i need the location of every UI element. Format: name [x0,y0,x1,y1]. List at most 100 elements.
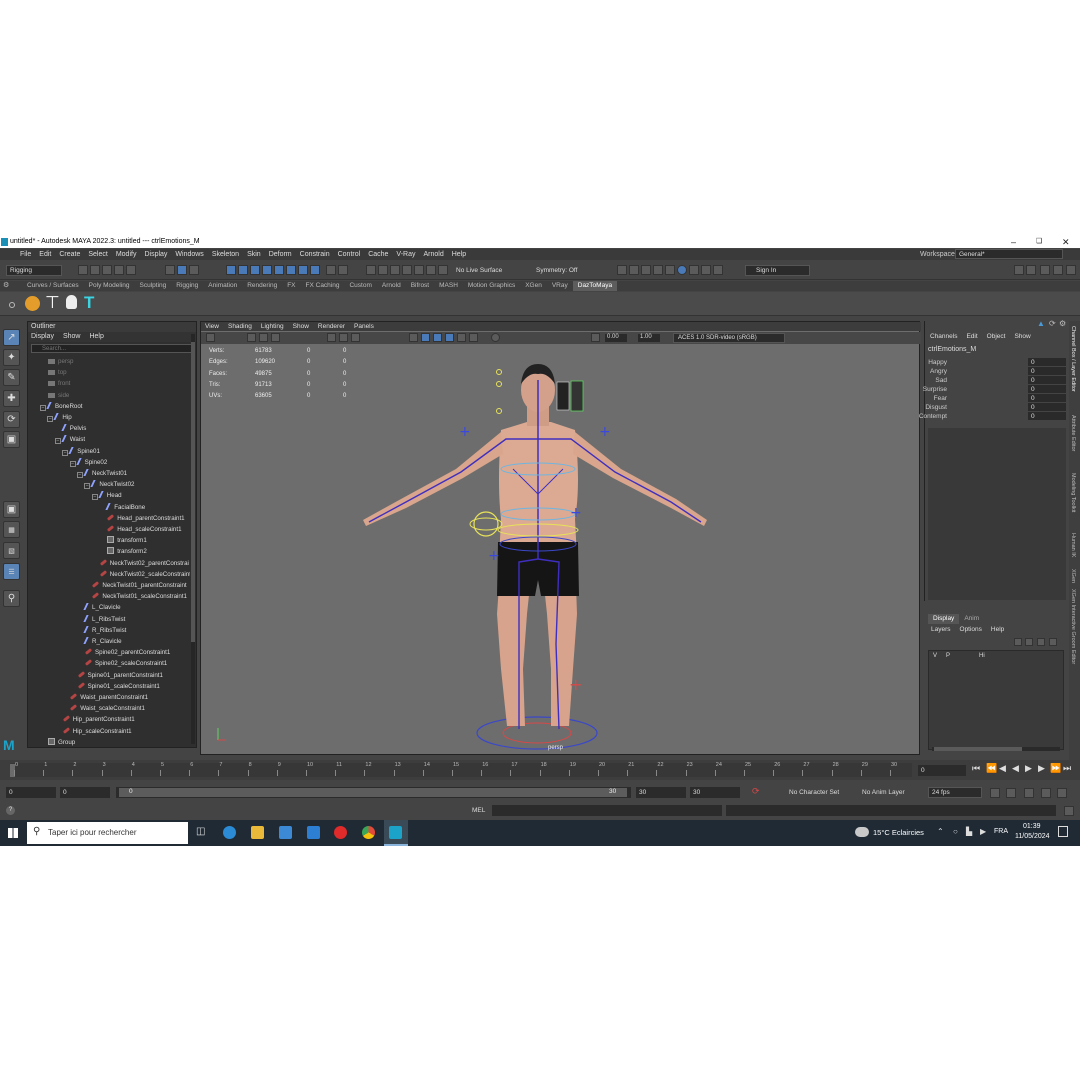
colorspace-dropdown[interactable]: ACES 1.0 SDR-video (sRGB) [673,333,785,343]
expand-toggle-icon[interactable]: − [62,449,69,456]
outliner-item[interactable]: top [40,367,67,378]
loop-icon[interactable] [990,788,1000,798]
t-pose-icon[interactable]: T [84,294,94,312]
render-view-icon[interactable] [689,265,699,275]
isolate-select-icon[interactable] [591,333,600,342]
layer-scrollbar[interactable] [932,747,1060,751]
render-sequence-icon[interactable] [629,265,639,275]
expand-toggle-icon[interactable]: − [91,494,98,501]
channel-row[interactable]: Contempt 0 [919,412,1066,421]
viewport-menu-show[interactable]: Show [293,323,309,330]
single-perspective-layout-icon[interactable]: ▣ [3,501,20,518]
skull-icon[interactable] [66,295,77,309]
save-scene-icon[interactable] [102,265,112,275]
construction-history-icon[interactable] [338,265,348,275]
tray-wifi-icon[interactable]: ▙ [966,827,972,836]
shelf-tab-rigging[interactable]: Rigging [171,281,203,291]
outliner-item[interactable]: − Hip [47,412,72,423]
toggle-channel-box-icon[interactable] [1066,265,1076,275]
current-frame-field[interactable]: 0 [918,765,966,776]
shelf-tab-curves-surfaces[interactable]: Curves / Surfaces [22,281,84,291]
render-frame-icon[interactable] [617,265,627,275]
layer-menu-layers[interactable]: Layers [931,626,951,633]
layer-menu-options[interactable]: Options [960,626,982,633]
exposure-field[interactable]: 0.00 [605,334,627,342]
outliner-item[interactable]: − NeckTwist01 [77,468,127,479]
select-object-icon[interactable] [177,265,187,275]
select-camera-icon[interactable] [206,333,215,342]
daz-figure-icon[interactable] [25,296,40,311]
channel-row[interactable]: Happy 0 [925,358,1066,367]
channel-box-menu-show[interactable]: Show [1014,333,1030,340]
toggle-outliner-icon[interactable] [1026,265,1036,275]
lasso-tool-icon[interactable]: ✦ [3,349,20,366]
channel-row[interactable]: Angry 0 [925,367,1066,376]
clock-time[interactable]: 01:39 [1023,823,1041,830]
snap-surface-icon[interactable] [274,265,284,275]
bookmark-icon[interactable] [259,333,268,342]
outliner-persp-layout-icon[interactable]: ▧ [3,542,20,559]
shelf-tab-fx-caching[interactable]: FX Caching [301,281,345,291]
workspace-dropdown[interactable]: General* [955,249,1063,259]
channel-name[interactable]: Fear [934,394,947,403]
layer-menu-help[interactable]: Help [991,626,1004,633]
snap-lock-icon[interactable] [298,265,308,275]
outliner-item[interactable]: Pelvis [55,423,86,434]
play-forward-icon[interactable]: ▶ [1025,763,1032,774]
layer-visibility-toggle[interactable]: V [933,653,937,659]
menu-select[interactable]: Select [88,249,107,260]
language-indicator[interactable]: FRA [994,828,1008,835]
make-live-icon[interactable] [438,265,448,275]
magnet-point-icon[interactable] [390,265,400,275]
menu-windows[interactable]: Windows [175,249,203,260]
anim-layer-dropdown[interactable]: No Anim Layer [862,789,905,796]
channel-box-settings-icon[interactable]: ⚙ [1059,319,1066,328]
sound-icon[interactable] [1006,788,1016,798]
four-view-layout-icon[interactable]: ▦ [3,521,20,538]
auto-key-icon[interactable]: ⟳ [752,786,760,797]
outliner-item[interactable]: Group [40,737,75,746]
channel-name[interactable]: Angry [930,367,947,376]
shelf-tab-sculpting[interactable]: Sculpting [135,281,172,291]
snap-pivot-icon[interactable] [310,265,320,275]
expand-toggle-icon[interactable]: − [77,472,83,478]
menu-file[interactable]: File [20,249,31,260]
menu-skin[interactable]: Skin [247,249,261,260]
select-component-icon[interactable] [189,265,199,275]
outliner-item[interactable]: FacialBone [99,502,145,513]
magnet-view-icon[interactable] [402,265,412,275]
outliner-item[interactable]: front [40,378,70,389]
mail-icon[interactable] [307,826,320,839]
goto-end-icon[interactable]: ⏭ [1063,763,1071,774]
shelf-tab-bifrost[interactable]: Bifrost [406,281,434,291]
channel-value-field[interactable]: 0 [1028,385,1066,393]
grid-toggle-icon[interactable] [327,333,336,342]
channel-box-menu-edit[interactable]: Edit [966,333,977,340]
tray-chevron-icon[interactable]: ⌃ [937,827,944,836]
channel-name[interactable]: Sad [935,376,947,385]
outliner-item[interactable]: L_Clavicle [77,602,121,613]
outliner-item[interactable]: Hip_parentConstraint1 [55,714,135,725]
scale-tool-icon[interactable]: ▣ [3,431,20,448]
pause-render-icon[interactable] [713,265,723,275]
undo-icon[interactable] [114,265,124,275]
taskbar-search-input[interactable]: Taper ici pour rechercher [27,822,188,844]
script-editor-icon[interactable] [1064,806,1074,816]
goto-start-icon[interactable]: ⏮ [972,763,980,774]
clock-date[interactable]: 11/05/2024 [1015,833,1050,840]
menu-edit[interactable]: Edit [39,249,51,260]
outliner-item[interactable]: NeckTwist02_parentConstrai [92,558,189,569]
image-plane-icon[interactable] [271,333,280,342]
channel-name[interactable]: Contempt [919,412,947,421]
wireframe-icon[interactable] [409,333,418,342]
outliner-layout-icon[interactable]: ☰ [3,563,20,580]
select-tool-icon[interactable]: ↗ [3,329,20,346]
side-tab-attribute-editor[interactable]: Attribute Editor [1070,415,1076,451]
move-tool-icon[interactable]: ✚ [3,390,20,407]
channel-row[interactable]: Fear 0 [925,394,1066,403]
search-icon[interactable]: ⚲ [3,590,20,607]
outliner-item[interactable]: NeckTwist01_parentConstraint [84,580,187,591]
channel-value-field[interactable]: 0 [1028,376,1066,384]
select-hierarchy-icon[interactable] [165,265,175,275]
outliner-item[interactable]: NeckTwist01_scaleConstraint1 [84,591,187,602]
